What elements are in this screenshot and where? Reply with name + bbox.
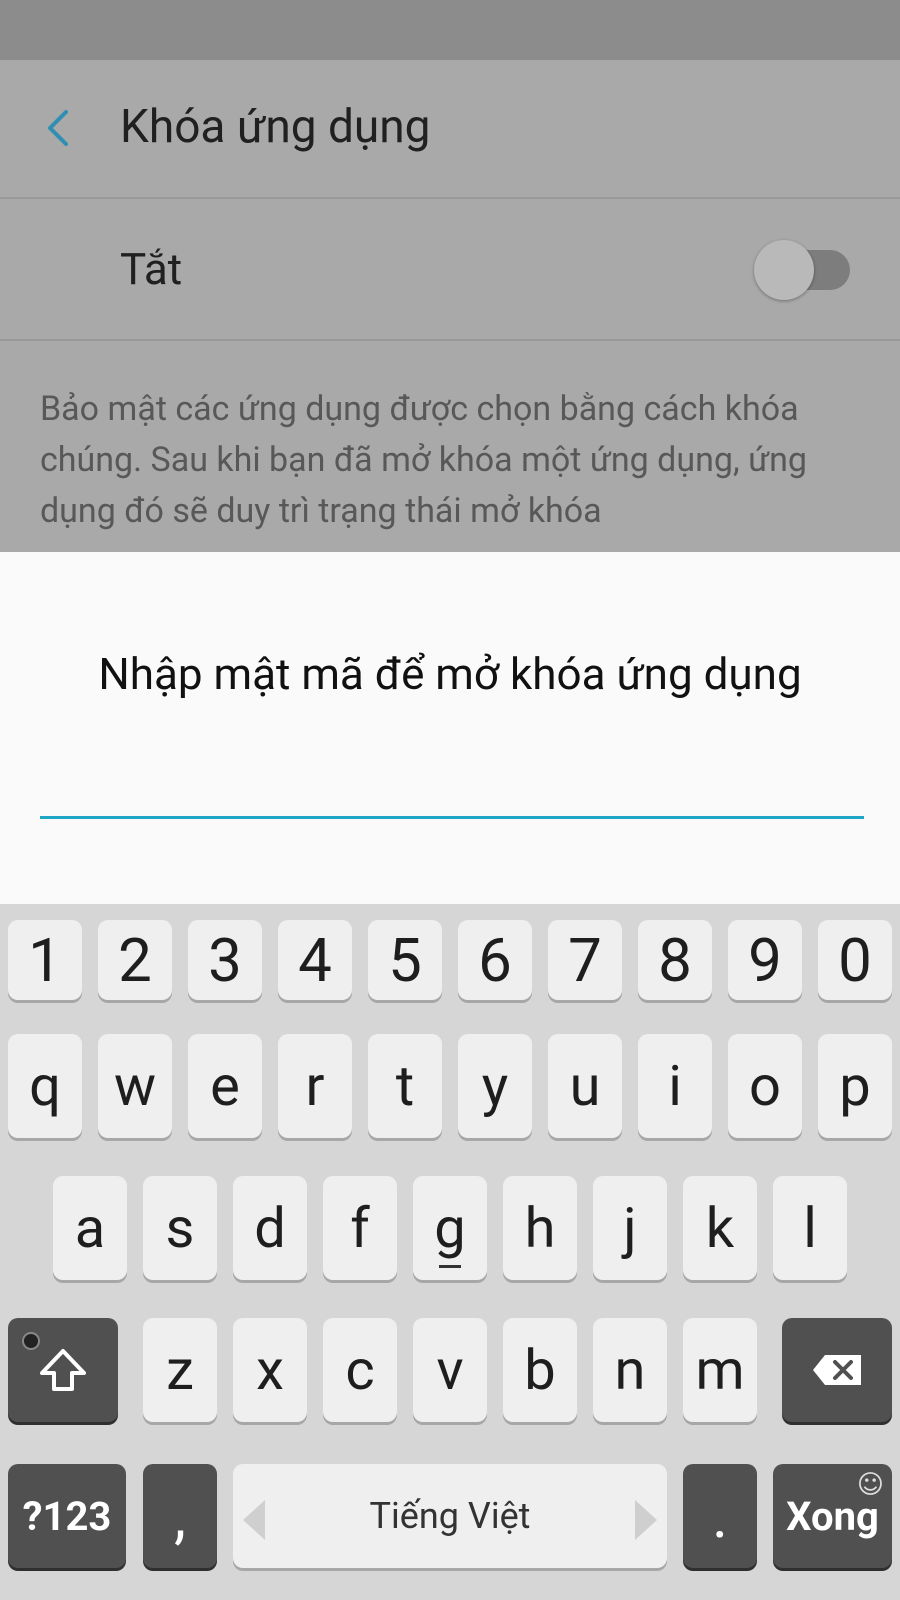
description-text: Bảo mật các ứng dụng được chọn bằng cách… xyxy=(40,389,807,531)
key-d[interactable]: d xyxy=(233,1176,307,1280)
key-p[interactable]: p xyxy=(818,1034,892,1138)
keyboard: 1 2 3 4 5 6 7 8 9 0 q w e r t y u i o p … xyxy=(0,904,900,1600)
key-9[interactable]: 9 xyxy=(728,920,802,1000)
backspace-icon xyxy=(813,1355,861,1385)
status-bar xyxy=(0,0,900,60)
key-u[interactable]: u xyxy=(548,1034,622,1138)
key-2[interactable]: 2 xyxy=(98,920,172,1000)
back-button[interactable] xyxy=(40,108,80,148)
dialog-prompt: Nhập mật mã để mở khóa ứng dụng xyxy=(98,648,802,700)
key-3[interactable]: 3 xyxy=(188,920,262,1000)
caps-indicator xyxy=(22,1332,40,1350)
app-lock-toggle-row[interactable]: Tắt xyxy=(0,199,900,341)
key-q[interactable]: q xyxy=(8,1034,82,1138)
key-v[interactable]: v xyxy=(413,1318,487,1422)
app-bar: Khóa ứng dụng xyxy=(0,60,900,199)
period-key[interactable]: . xyxy=(683,1464,757,1568)
key-7[interactable]: 7 xyxy=(548,920,622,1000)
key-s[interactable]: s xyxy=(143,1176,217,1280)
key-h[interactable]: h xyxy=(503,1176,577,1280)
key-y[interactable]: y xyxy=(458,1034,532,1138)
key-m[interactable]: m xyxy=(683,1318,757,1422)
key-0[interactable]: 0 xyxy=(818,920,892,1000)
key-5[interactable]: 5 xyxy=(368,920,442,1000)
key-r[interactable]: r xyxy=(278,1034,352,1138)
key-6[interactable]: 6 xyxy=(458,920,532,1000)
key-j[interactable]: j xyxy=(593,1176,667,1280)
key-4[interactable]: 4 xyxy=(278,920,352,1000)
cursor-left-arrow-icon xyxy=(243,1500,265,1540)
key-f[interactable]: f xyxy=(323,1176,397,1280)
passcode-dialog: Nhập mật mã để mở khóa ứng dụng xyxy=(0,552,900,904)
key-n[interactable]: n xyxy=(593,1318,667,1422)
shift-key[interactable] xyxy=(8,1318,118,1422)
key-l[interactable]: l xyxy=(773,1176,847,1280)
key-i[interactable]: i xyxy=(638,1034,712,1138)
cursor-right-arrow-icon xyxy=(635,1500,657,1540)
symbols-key[interactable]: ?123 xyxy=(8,1464,126,1568)
delete-key[interactable] xyxy=(782,1318,892,1422)
chevron-left-icon xyxy=(48,110,68,146)
done-key[interactable]: ☺ Xong xyxy=(773,1464,892,1568)
smiley-icon: ☺ xyxy=(856,1470,884,1500)
key-w[interactable]: w xyxy=(98,1034,172,1138)
key-e[interactable]: e xyxy=(188,1034,262,1138)
key-b[interactable]: b xyxy=(503,1318,577,1422)
key-1[interactable]: 1 xyxy=(8,920,82,1000)
shift-icon xyxy=(40,1349,86,1391)
key-c[interactable]: c xyxy=(323,1318,397,1422)
app-lock-switch[interactable] xyxy=(754,240,854,300)
key-g-underline xyxy=(439,1265,461,1268)
key-k[interactable]: k xyxy=(683,1176,757,1280)
key-a[interactable]: a xyxy=(53,1176,127,1280)
key-g-label: g xyxy=(434,1195,466,1261)
space-key[interactable]: Tiếng Việt xyxy=(233,1464,667,1568)
comma-key[interactable]: , xyxy=(143,1464,217,1568)
key-g[interactable]: g xyxy=(413,1176,487,1280)
key-8[interactable]: 8 xyxy=(638,920,712,1000)
key-t[interactable]: t xyxy=(368,1034,442,1138)
page-title: Khóa ứng dụng xyxy=(120,100,431,154)
key-x[interactable]: x xyxy=(233,1318,307,1422)
key-z[interactable]: z xyxy=(143,1318,217,1422)
passcode-input[interactable] xyxy=(40,814,864,819)
switch-thumb xyxy=(754,240,814,300)
key-o[interactable]: o xyxy=(728,1034,802,1138)
toggle-label: Tắt xyxy=(120,243,183,295)
space-key-label: Tiếng Việt xyxy=(369,1495,531,1537)
